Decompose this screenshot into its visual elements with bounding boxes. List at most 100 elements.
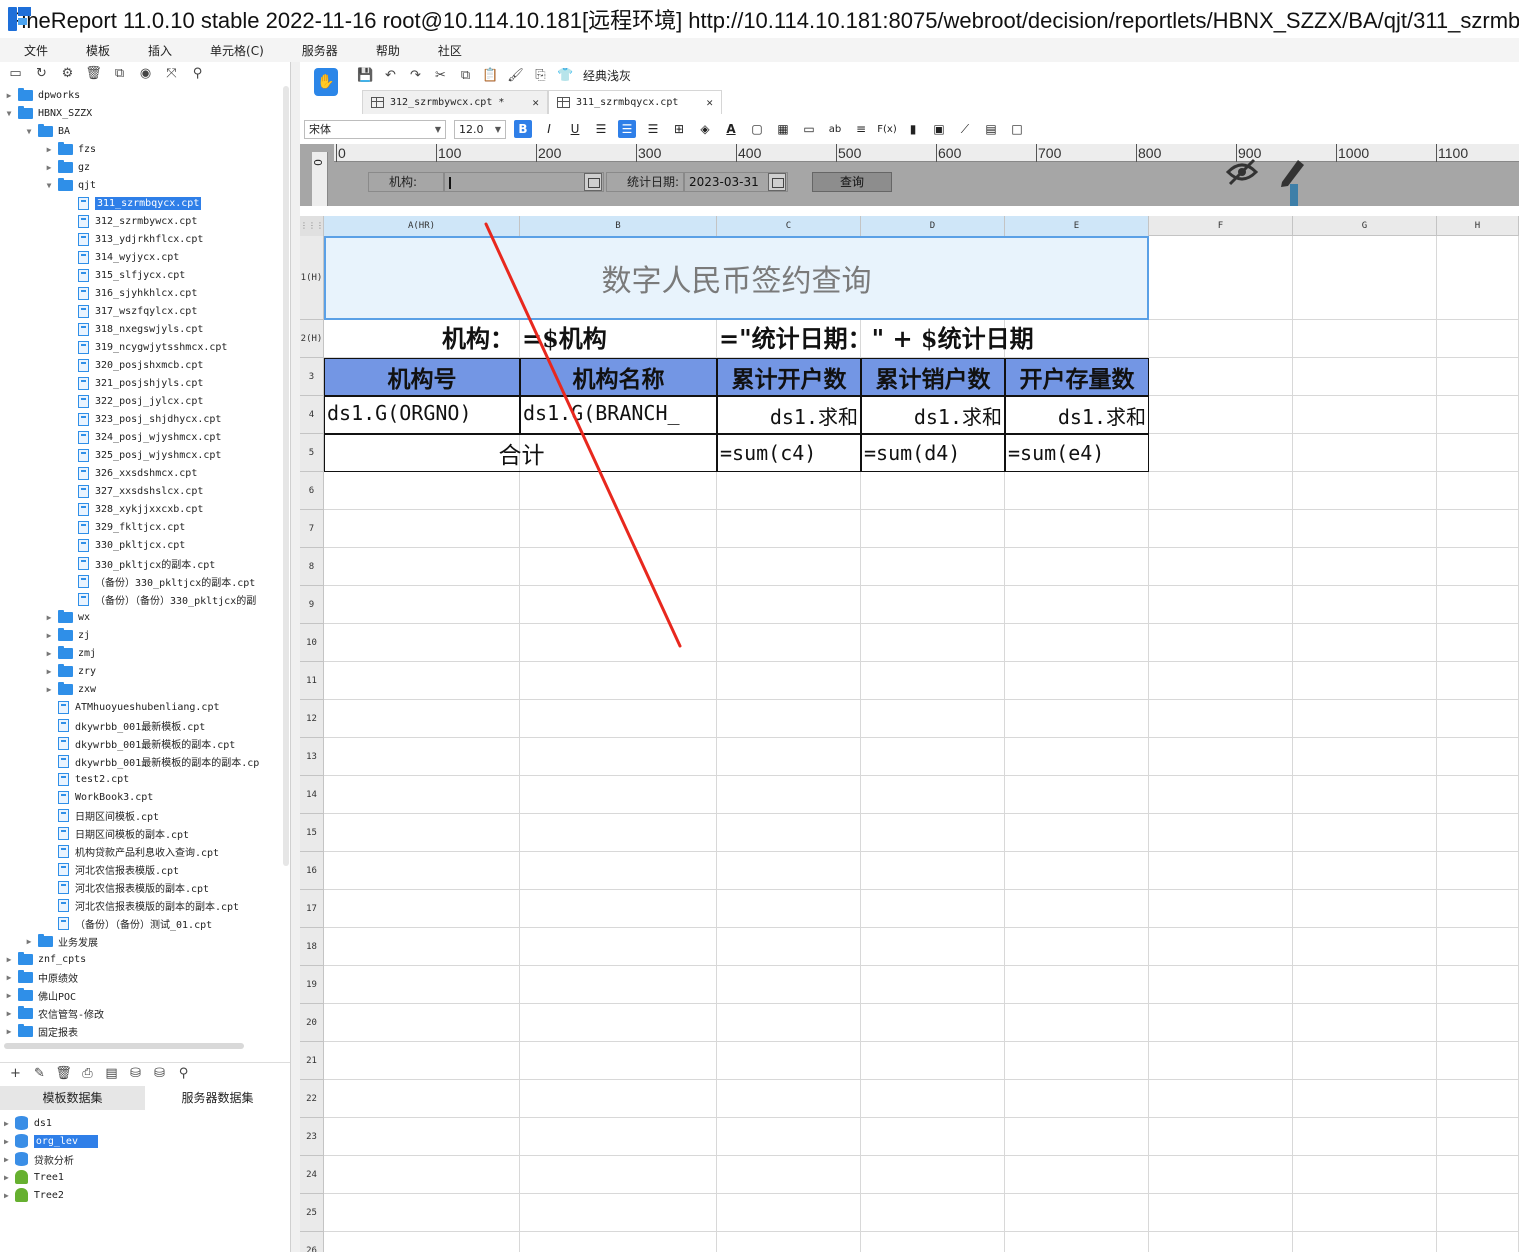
chevron-right-icon[interactable]: ▶ xyxy=(4,991,14,1000)
tree-item[interactable]: 327_xxsdshslcx.cpt xyxy=(64,482,203,500)
query-button[interactable]: 查询 xyxy=(812,172,892,192)
copy-icon[interactable]: ⧉ xyxy=(112,66,127,81)
tree-item[interactable]: ▶ wx xyxy=(44,608,90,626)
tree-item[interactable]: 河北农信报表模版.cpt xyxy=(44,860,179,878)
chevron-right-icon[interactable]: ▶ xyxy=(44,613,54,622)
chevron-right-icon[interactable]: ▶ xyxy=(44,163,54,172)
chevron-right-icon[interactable]: ▶ xyxy=(44,667,54,676)
search-icon[interactable]: ⚲ xyxy=(176,1066,191,1081)
tree-item[interactable]: dkywrbb_001最新模板的副本的副本.cp xyxy=(44,752,259,770)
tree-item[interactable]: ▼ HBNX_SZZX xyxy=(4,104,92,122)
refresh-icon[interactable]: ↻ xyxy=(34,66,49,81)
menu-community[interactable]: 社区 xyxy=(414,42,476,59)
menu-template[interactable]: 模板 xyxy=(62,42,124,59)
undo-icon[interactable]: ↶ xyxy=(383,68,398,83)
tree-item[interactable]: 330_pkltjcx的副本.cpt xyxy=(64,554,215,572)
insert-formula-icon[interactable]: ≡ xyxy=(852,120,870,138)
settings-icon[interactable]: ⚙ xyxy=(60,66,75,81)
tree-item[interactable]: （备份）（备份）测试_01.cpt xyxy=(44,914,212,932)
tree-horizontal-scrollbar[interactable] xyxy=(4,1043,244,1049)
tree-select-icon[interactable] xyxy=(584,173,602,191)
chevron-right-icon[interactable]: ▶ xyxy=(4,955,14,964)
style-label[interactable]: 经典浅灰 xyxy=(583,67,631,84)
chevron-right-icon[interactable]: ▶ xyxy=(4,1137,9,1146)
chevron-right-icon[interactable]: ▶ xyxy=(4,1027,14,1036)
tree-item[interactable]: WorkBook3.cpt xyxy=(44,788,153,806)
insert-subreport-icon[interactable]: ▤ xyxy=(982,120,1000,138)
tree-item[interactable]: 317_wszfqylcx.cpt xyxy=(64,302,197,320)
align-right-icon[interactable]: ☰ xyxy=(644,120,662,138)
tree-item[interactable]: ▶ 佛山POC xyxy=(4,986,76,1004)
chevron-down-icon[interactable]: ▼ xyxy=(4,109,14,118)
hide-param-pane-icon[interactable] xyxy=(1226,158,1258,186)
chevron-down-icon[interactable]: ▼ xyxy=(44,181,54,190)
edit-icon[interactable]: ✎ xyxy=(32,1066,47,1081)
dataset-item[interactable]: ▶ org_lev xyxy=(4,1132,98,1150)
dataset-item[interactable]: ▶ Tree2 xyxy=(4,1186,64,1204)
format-painter-icon[interactable]: 🖌 xyxy=(507,68,524,83)
tree-item[interactable]: ▶ zxw xyxy=(44,680,96,698)
close-icon[interactable]: ✕ xyxy=(532,96,539,109)
tree-item[interactable]: ▶ 固定报表 xyxy=(4,1022,78,1040)
insert-image-icon[interactable]: ▣ xyxy=(930,120,948,138)
org-param-label[interactable]: 机构: xyxy=(368,172,444,192)
insert-text-icon[interactable]: ▭ xyxy=(800,120,818,138)
chevron-right-icon[interactable]: ▶ xyxy=(44,685,54,694)
tree-item[interactable]: （备份）330_pkltjcx的副本.cpt xyxy=(64,572,255,590)
tree-item[interactable]: 311_szrmbqycx.cpt xyxy=(64,194,202,212)
tab-template-datasets[interactable]: 模板数据集 xyxy=(0,1086,145,1110)
search-icon[interactable]: ⚲ xyxy=(190,66,205,81)
close-icon[interactable]: ✕ xyxy=(706,96,713,109)
tree-item[interactable]: 316_sjyhkhlcx.cpt xyxy=(64,284,197,302)
tree-item[interactable]: 日期区间模板.cpt xyxy=(44,806,159,824)
tree-item[interactable]: ▶ zry xyxy=(44,662,96,680)
tree-item[interactable]: ▶ 农信管驾-修改 xyxy=(4,1004,104,1022)
align-center-icon[interactable]: ☰ xyxy=(618,120,636,138)
insert-chart-icon[interactable]: ▮ xyxy=(904,120,922,138)
database-disabled-icon[interactable]: ⛁ xyxy=(152,1066,167,1081)
function-icon[interactable]: F(x) xyxy=(877,120,896,138)
tree-item[interactable]: 河北农信报表模版的副本的副本.cpt xyxy=(44,896,239,914)
locate-icon[interactable]: ◉ xyxy=(138,66,153,81)
chevron-right-icon[interactable]: ▶ xyxy=(24,937,34,946)
tree-item[interactable]: 机构贷款产品利息收入查询.cpt xyxy=(44,842,219,860)
chevron-right-icon[interactable]: ▶ xyxy=(4,91,14,100)
delete-icon[interactable]: 🗑 xyxy=(55,1066,72,1081)
font-name-select[interactable]: 宋体 ▼ xyxy=(304,119,446,139)
chevron-right-icon[interactable]: ▶ xyxy=(4,1191,9,1200)
tab-server-datasets[interactable]: 服务器数据集 xyxy=(145,1086,290,1110)
tree-item[interactable]: 315_slfjycx.cpt xyxy=(64,266,185,284)
tree-item[interactable]: ▶ dpworks xyxy=(4,86,80,104)
date-param-label[interactable]: 统计日期: xyxy=(606,172,684,192)
menu-server[interactable]: 服务器 xyxy=(278,42,352,59)
tree-item[interactable]: ATMhuoyueshubenliang.cpt xyxy=(44,698,220,716)
bold-button[interactable]: B xyxy=(514,120,532,138)
tree-item[interactable]: dkywrbb_001最新模板的副本.cpt xyxy=(44,734,235,752)
align-left-icon[interactable]: ☰ xyxy=(592,120,610,138)
tree-item[interactable]: ▼ qjt xyxy=(44,176,96,194)
tree-item[interactable]: ▶ 业务发展 xyxy=(24,932,98,950)
tree-item[interactable]: 325_posj_wjyshmcx.cpt xyxy=(64,446,221,464)
dataset-item[interactable]: ▶ 贷款分析 xyxy=(4,1150,74,1168)
tree-item[interactable]: 322_posj_jylcx.cpt xyxy=(64,392,203,410)
fill-color-icon[interactable]: ◈ xyxy=(696,120,714,138)
border-icon[interactable]: ⊞ xyxy=(670,120,688,138)
tree-item[interactable]: 328_xykjjxxcxb.cpt xyxy=(64,500,203,518)
menu-insert[interactable]: 插入 xyxy=(124,42,186,59)
tree-item[interactable]: 324_posj_wjyshmcx.cpt xyxy=(64,428,221,446)
cut-icon[interactable]: ✂ xyxy=(433,68,448,83)
tree-item[interactable]: 330_pkltjcx.cpt xyxy=(64,536,185,554)
collapse-icon[interactable]: ⤧ xyxy=(164,66,179,81)
tree-item[interactable]: （备份）（备份）330_pkltjcx的副 xyxy=(64,590,256,608)
params-icon[interactable]: ▤ xyxy=(104,1066,119,1081)
tree-item[interactable]: 329_fkltjcx.cpt xyxy=(64,518,185,536)
tree-item[interactable]: 313_ydjrkhflcx.cpt xyxy=(64,230,203,248)
tree-item[interactable]: 321_posjshjyls.cpt xyxy=(64,374,203,392)
tree-item[interactable]: ▶ zmj xyxy=(44,644,96,662)
chevron-right-icon[interactable]: ▶ xyxy=(44,145,54,154)
database-icon[interactable]: ⛁ xyxy=(128,1066,143,1081)
insert-rich-text-icon[interactable]: ab xyxy=(826,120,844,138)
font-color-icon[interactable]: A xyxy=(722,120,740,138)
split-cells-icon[interactable]: ▦ xyxy=(774,120,792,138)
tree-item[interactable]: 312_szrmbywcx.cpt xyxy=(64,212,197,230)
